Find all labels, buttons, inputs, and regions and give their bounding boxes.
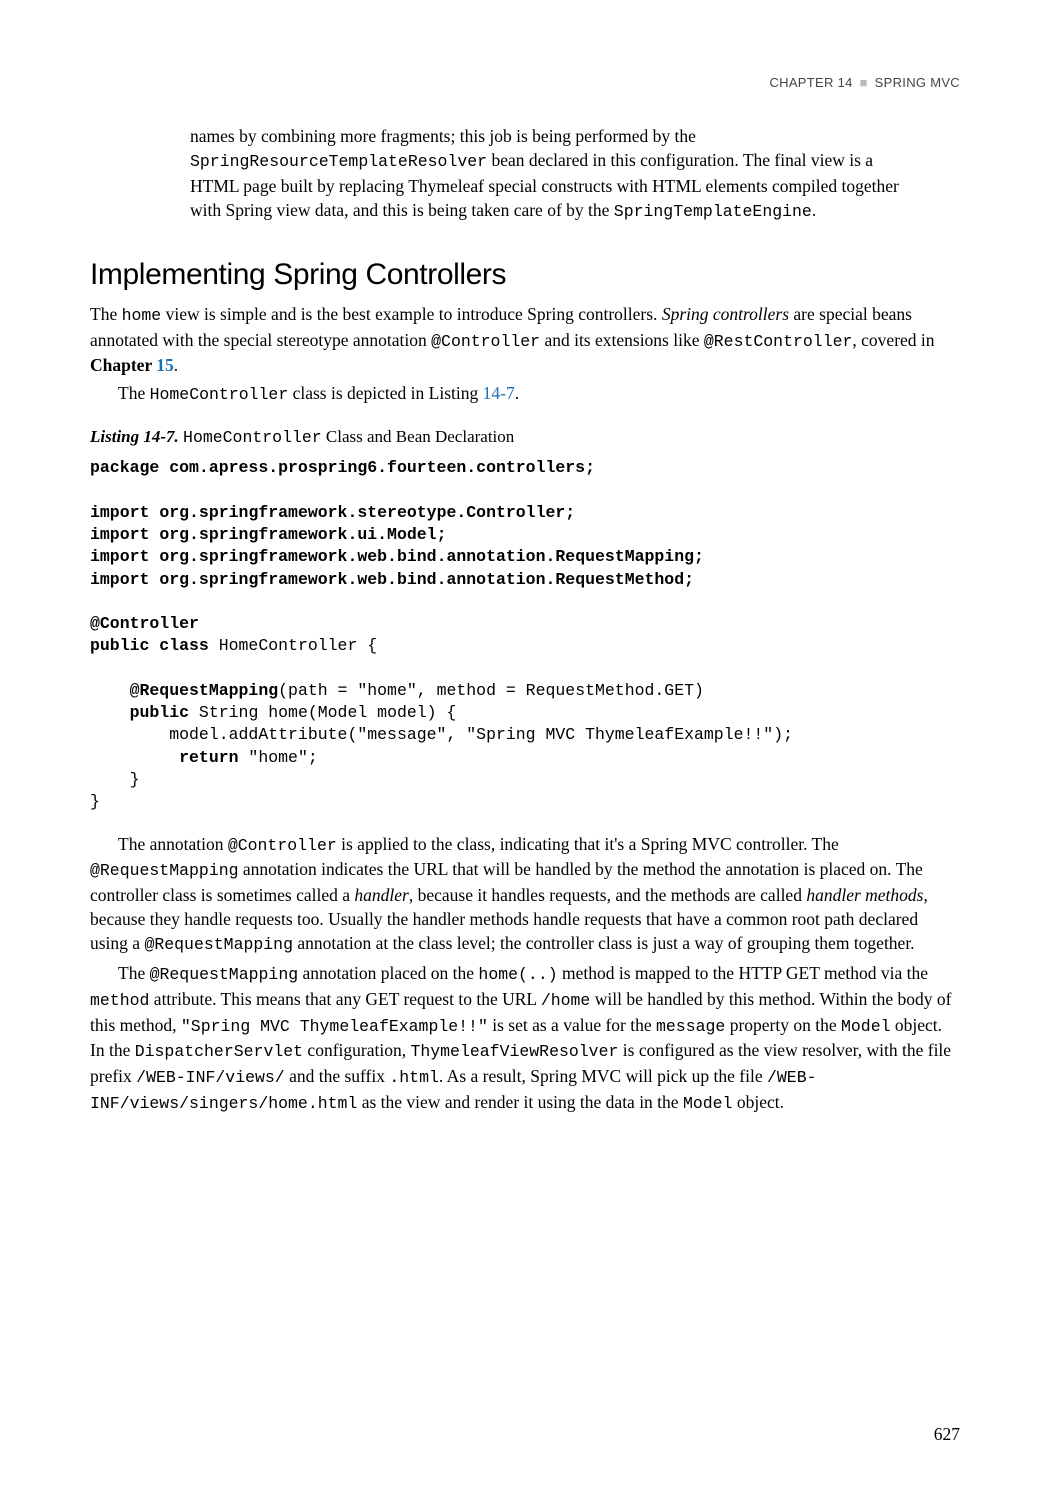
body-paragraph: The home view is simple and is the best …: [90, 302, 960, 378]
intro-paragraph: names by combining more fragments; this …: [190, 124, 920, 224]
section-heading: Implementing Spring Controllers: [90, 258, 960, 292]
body-paragraph: The @RequestMapping annotation placed on…: [90, 961, 960, 1116]
body-paragraph: The annotation @Controller is applied to…: [90, 832, 960, 958]
chapter-name: SPRING MVC: [875, 75, 960, 90]
page-number: 627: [934, 1424, 960, 1445]
chapter-link[interactable]: 15: [156, 355, 174, 375]
chapter-label: CHAPTER 14: [769, 75, 852, 90]
listing-caption: Listing 14-7. HomeController Class and B…: [90, 427, 960, 447]
body-paragraph: The HomeController class is depicted in …: [90, 381, 960, 407]
code-block: package com.apress.prospring6.fourteen.c…: [90, 457, 960, 813]
code-inline: SpringTemplateEngine: [614, 202, 812, 221]
running-header: CHAPTER 14 ■ SPRING MVC: [90, 75, 960, 90]
code-inline: SpringResourceTemplateResolver: [190, 152, 487, 171]
listing-link[interactable]: 14-7: [483, 383, 515, 403]
header-separator: ■: [860, 75, 868, 90]
